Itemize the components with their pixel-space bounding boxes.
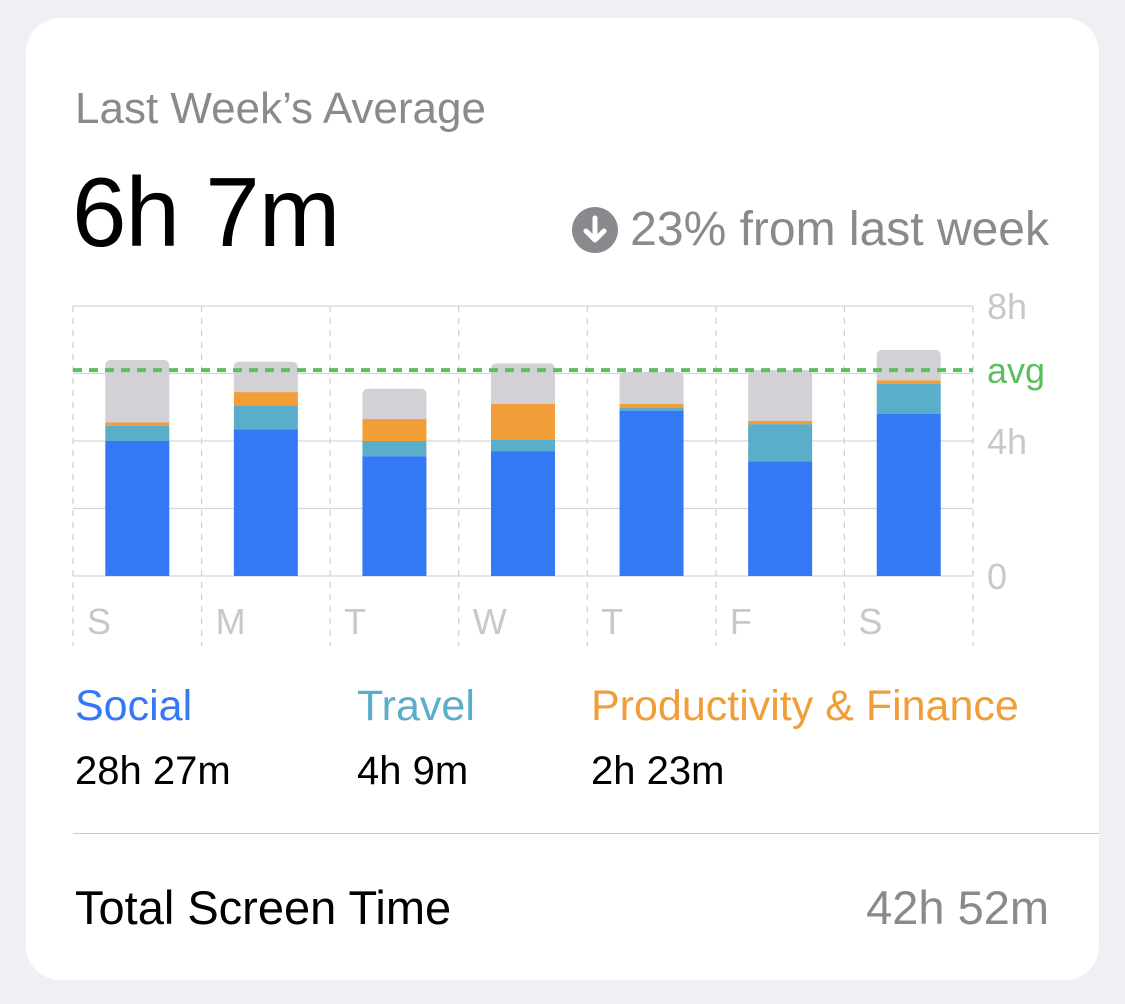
bar-segment [491,403,555,440]
bar-segment [105,425,170,441]
total-screen-time-label: Total Screen Time [75,881,452,934]
y-axis-label: 0 [987,556,1007,597]
average-label: avg [987,350,1045,391]
legend-travel-value: 4h 9m [357,749,469,793]
bar-segment [362,388,427,420]
legend-social-value: 28h 27m [75,749,231,793]
bar-segment [491,439,555,452]
bar-segment [748,424,813,462]
bar-segment [619,371,684,404]
total-screen-time-value: 42h 52m [866,881,1049,934]
bar-segment [876,414,941,576]
bar-segment [105,441,170,576]
bar-segment [233,429,298,576]
bar-segment [105,422,170,426]
bar-segment [748,461,813,576]
legend-productivity[interactable]: Productivity & Finance 2h 23m [591,682,1019,794]
bar-segment [362,419,427,441]
bar-segment [362,441,427,457]
bar-segment [619,407,684,411]
bar-segment [233,361,298,393]
bar-segment [748,420,813,425]
bar-segment [362,456,427,576]
legend-travel[interactable]: Travel 4h 9m [357,682,475,794]
bar-segment [233,405,298,430]
divider [73,833,1099,834]
legend-social[interactable]: Social 28h 27m [75,682,231,794]
legend-travel-label: Travel [357,682,475,730]
bar-segment [876,380,941,384]
bar-segment [619,410,684,576]
x-axis-label: M [216,601,246,642]
bar-segment [233,392,298,406]
bar-segment [491,451,555,576]
x-axis-label: S [858,601,882,642]
x-axis-label: F [730,601,752,642]
usage-bar-chart: S M T W T F Savg 8h 4h 0 [72,286,1045,646]
x-axis-label: T [344,601,366,642]
legend-productivity-label: Productivity & Finance [591,682,1019,730]
bar-segment [619,403,684,408]
y-axis-label: 4h [987,421,1027,462]
y-axis-label: 8h [987,286,1027,327]
bar-segment [876,383,941,414]
bar-segment [748,370,813,421]
x-axis-label: W [473,601,507,642]
bar-segment [876,349,941,381]
x-axis-label: S [87,601,111,642]
x-axis-label: T [601,601,623,642]
legend-social-label: Social [75,682,193,730]
legend-productivity-value: 2h 23m [591,749,725,793]
